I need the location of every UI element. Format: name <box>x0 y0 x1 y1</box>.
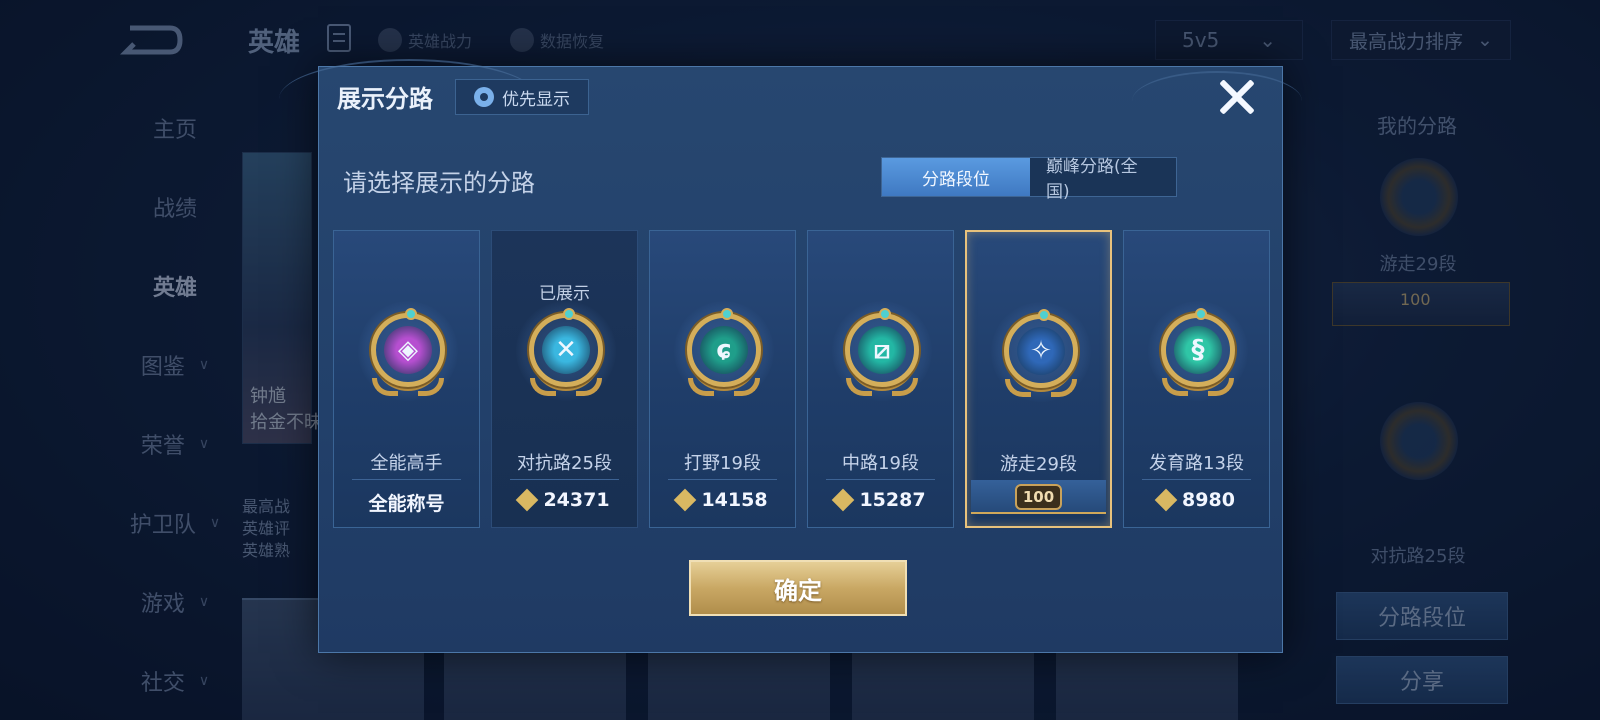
all-round-icon: ◈ <box>398 335 418 365</box>
lane-emblem-icon: ✕ <box>529 308 603 396</box>
chevron-down-icon: ∨ <box>198 593 210 610</box>
dialog-prompt: 请选择展示的分路 <box>343 169 535 197</box>
chevron-down-icon: ∨ <box>198 356 210 373</box>
back-arrow-icon[interactable] <box>120 24 184 56</box>
lane-emblem-icon: ⧄ <box>845 308 919 396</box>
lane-card-list: ◈ 全能高手 全能称号 已展示 ✕ 对抗路25段 24371 ɕ 打野19段 1… <box>333 230 1270 528</box>
lane-name: 发育路13段 <box>1149 453 1244 474</box>
rank-value: 100 <box>1400 290 1431 309</box>
mode-value: 5v5 <box>1181 28 1220 52</box>
priority-display-button[interactable]: 优先显示 <box>455 79 589 115</box>
hero-info-text: 最高战 英雄评 英雄熟 <box>242 497 291 560</box>
lane-card[interactable]: ◈ 全能高手 全能称号 <box>333 230 480 528</box>
lane-card-selected[interactable]: ✧ 游走29段 100 <box>965 230 1112 528</box>
lane-score: 全能称号 <box>368 493 445 515</box>
hero-card-name: 钟馗 <box>250 386 286 407</box>
sort-value: 最高战力排序 <box>1349 30 1464 53</box>
lane-name: 中路19段 <box>842 453 919 474</box>
lane-name: 游走29段 <box>1000 454 1077 475</box>
sort-dropdown[interactable]: 最高战力排序 ⌄ <box>1331 20 1511 60</box>
nav-item-games[interactable]: 游戏 ∨ <box>110 562 240 641</box>
lane-score: 14158 <box>650 488 795 512</box>
lane-card[interactable]: § 发育路13段 8980 <box>1123 230 1270 528</box>
page-title: 英雄 <box>248 28 301 58</box>
lane-name: 对抗路25段 <box>517 453 612 474</box>
jungle-icon: ɕ <box>716 335 732 365</box>
power-icon <box>832 488 855 512</box>
support-wings-icon: ✧ <box>1030 336 1052 366</box>
lane-emblem-icon: ◈ <box>371 308 445 396</box>
restore-icon <box>510 28 534 52</box>
power-icon <box>1154 488 1178 512</box>
lane-score: 15287 <box>808 488 953 512</box>
lane-score: 24371 <box>492 488 637 512</box>
my-lanes-title: 我的分路 <box>1377 114 1457 138</box>
hero-power-label: 英雄战力 <box>408 32 473 51</box>
farm-lane-icon: § <box>1191 335 1205 365</box>
my-lane-1: 游走29段 <box>1379 254 1457 275</box>
lane-name: 打野19段 <box>684 453 761 474</box>
tab-peak-lane[interactable]: 巅峰分路(全国) <box>1030 157 1176 202</box>
side-navigation: 主页 战绩 英雄 图鉴 ∨ 荣誉 ∨ 护卫队 ∨ 游戏 ∨ 社交 ∨ <box>110 88 240 720</box>
divider <box>352 479 461 480</box>
divider <box>826 479 935 480</box>
hero-power-link[interactable]: 英雄战力 <box>378 28 472 52</box>
chevron-down-icon: ∨ <box>198 672 210 689</box>
list-icon[interactable] <box>327 24 351 52</box>
my-lane-2: 对抗路25段 <box>1370 546 1466 567</box>
priority-display-label: 优先显示 <box>502 89 570 110</box>
lane-emblem-icon: § <box>1161 308 1235 396</box>
hero-card-caption: 钟馗 拾金不昧 <box>250 384 322 436</box>
hero-card-sub: 拾金不昧 <box>250 412 322 433</box>
chevron-down-icon: ∨ <box>209 514 221 531</box>
chevron-down-icon: ∨ <box>198 435 210 452</box>
close-icon[interactable] <box>1214 75 1258 119</box>
gear-icon <box>474 87 494 107</box>
lane-emblem-icon: ✧ <box>1004 309 1078 397</box>
divider <box>668 479 777 480</box>
divider <box>1142 479 1251 480</box>
lane-card[interactable]: ⧄ 中路19段 15287 <box>807 230 954 528</box>
power-icon <box>674 488 697 512</box>
lane-emblem-icon: ɕ <box>687 308 761 396</box>
lane-card[interactable]: ɕ 打野19段 14158 <box>649 230 796 528</box>
mid-lane-icon: ⧄ <box>873 334 891 365</box>
chevron-down-icon: ⌄ <box>1477 29 1493 51</box>
lane-badge-support <box>1380 158 1458 236</box>
share-button[interactable]: 分享 <box>1336 656 1508 704</box>
data-restore-label: 数据恢复 <box>540 32 605 51</box>
nav-item-home[interactable]: 主页 <box>110 88 240 167</box>
lane-rank-button[interactable]: 分路段位 <box>1336 592 1508 640</box>
lane-score: 8980 <box>1124 488 1269 512</box>
nav-item-heroes[interactable]: 英雄 <box>110 246 240 325</box>
chevron-down-icon: ⌄ <box>1259 28 1277 52</box>
rank-badge: 100 <box>967 484 1110 510</box>
mode-dropdown[interactable]: 5v5 ⌄ <box>1155 20 1303 60</box>
clash-lane-icon: ✕ <box>555 335 577 365</box>
nav-item-codex[interactable]: 图鉴 ∨ <box>110 325 240 404</box>
nav-item-social[interactable]: 社交 ∨ <box>110 641 240 720</box>
confirm-button[interactable]: 确定 <box>689 560 907 616</box>
lane-name: 全能高手 <box>370 453 443 474</box>
lane-type-toggle: 分路段位 巅峰分路(全国) <box>881 157 1177 202</box>
lane-display-dialog: 展示分路 优先显示 请选择展示的分路 分路段位 巅峰分路(全国) ◈ 全能高手 … <box>279 59 1302 653</box>
tab-lane-rank[interactable]: 分路段位 <box>882 158 1030 196</box>
lane-badge-clash <box>1380 402 1458 480</box>
lane-card[interactable]: 已展示 ✕ 对抗路25段 24371 <box>491 230 638 528</box>
dialog-title: 展示分路 <box>337 85 433 113</box>
data-restore-link[interactable]: 数据恢复 <box>510 28 604 52</box>
hero-power-icon <box>378 28 402 52</box>
nav-item-honor[interactable]: 荣誉 ∨ <box>110 404 240 483</box>
divider <box>510 479 619 480</box>
nav-item-guard[interactable]: 护卫队 ∨ <box>110 483 240 562</box>
power-icon <box>516 488 539 512</box>
nav-item-records[interactable]: 战绩 <box>110 167 240 246</box>
